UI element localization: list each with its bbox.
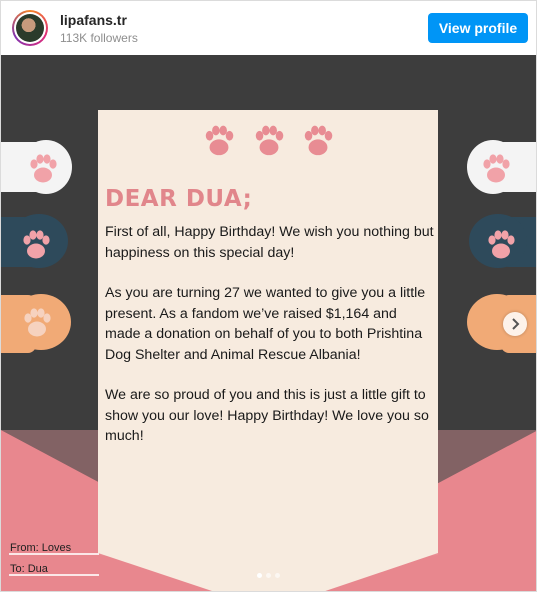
letter-paragraph: We are so proud of you and this is just … [105, 387, 429, 445]
follower-count: 113K followers [60, 31, 138, 45]
paw-left-orange [1, 294, 71, 353]
view-profile-button[interactable]: View profile [428, 13, 528, 43]
post-header: lipafans.tr 113K followers View profile [1, 1, 536, 55]
paw-print-icon [205, 125, 234, 156]
paw-print-icons [205, 125, 333, 156]
letter-paragraph: First of all, Happy Birthday! We wish yo… [105, 224, 434, 261]
instagram-embed: lipafans.tr 113K followers View profile [0, 0, 537, 592]
to-underline [9, 574, 99, 576]
carousel-indicator [257, 573, 287, 579]
paw-right-white [467, 140, 536, 194]
post-image: DEAR DUA; First of all, Happy Birthday! … [1, 55, 536, 591]
paw-left-navy [1, 214, 68, 268]
letter-card: DEAR DUA; First of all, Happy Birthday! … [98, 110, 438, 591]
letter-paragraph: As you are turning 27 we wanted to give … [105, 285, 426, 363]
letter-greeting: DEAR DUA; [105, 186, 253, 212]
paw-print-icon [304, 125, 333, 156]
username[interactable]: lipafans.tr [60, 12, 127, 28]
carousel-dot [275, 573, 280, 578]
from-underline [9, 553, 99, 555]
next-slide-button[interactable] [503, 312, 527, 336]
carousel-dot [257, 573, 262, 578]
chevron-right-icon [512, 318, 520, 330]
paw-left-white [1, 140, 72, 194]
carousel-dot [266, 573, 271, 578]
avatar[interactable] [12, 10, 48, 46]
paw-right-navy [469, 214, 536, 268]
paw-print-icon [255, 125, 284, 156]
avatar-photo [16, 14, 44, 42]
